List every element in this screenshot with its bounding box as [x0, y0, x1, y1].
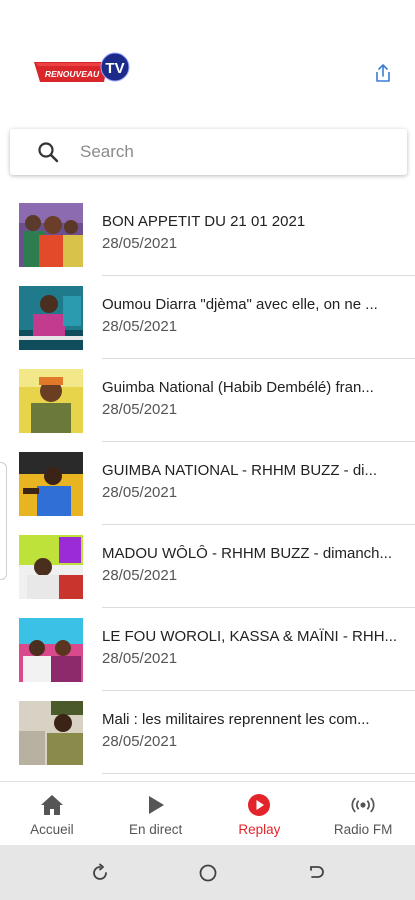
item-title: Guimba National (Habib Dembélé) fran...	[102, 379, 374, 396]
list-item[interactable]: GUIMBA NATIONAL - RHHM BUZZ - di... 28/0…	[0, 442, 415, 525]
item-meta: GUIMBA NATIONAL - RHHM BUZZ - di... 28/0…	[102, 462, 398, 502]
item-date: 28/05/2021	[102, 733, 178, 750]
video-thumbnail	[19, 535, 83, 599]
share-icon	[374, 63, 392, 88]
recent-apps-icon[interactable]	[90, 863, 110, 883]
list-item[interactable]: Mali : les militaires reprennent les com…	[0, 691, 415, 774]
item-date: 28/05/2021	[102, 484, 178, 501]
item-meta: Mali : les militaires reprennent les com…	[102, 711, 398, 751]
app-logo: RENOUVEAU TV	[34, 52, 130, 86]
item-title: Oumou Diarra "djèma" avec elle, on ne ..…	[102, 296, 378, 313]
item-meta: Oumou Diarra "djèma" avec elle, on ne ..…	[102, 296, 398, 336]
item-title: GUIMBA NATIONAL - RHHM BUZZ - di...	[102, 462, 378, 479]
system-nav-bar	[0, 845, 415, 900]
item-date: 28/05/2021	[102, 318, 178, 335]
bottom-tab-bar: Accueil En direct Replay Radio FM	[0, 781, 415, 845]
home-icon	[40, 793, 64, 817]
back-icon[interactable]	[306, 863, 326, 883]
play-icon	[144, 793, 168, 817]
video-thumbnail	[19, 452, 83, 516]
item-title: MADOU WÔLÔ - RHHM BUZZ - dimanch...	[102, 545, 393, 562]
item-meta: MADOU WÔLÔ - RHHM BUZZ - dimanch... 28/0…	[102, 545, 398, 585]
item-meta: Guimba National (Habib Dembélé) fran... …	[102, 379, 398, 419]
share-button[interactable]	[370, 62, 396, 88]
home-nav-icon[interactable]	[198, 863, 218, 883]
svg-text:RENOUVEAU: RENOUVEAU	[45, 69, 100, 79]
video-thumbnail	[19, 618, 83, 682]
list-item[interactable]: MADOU WÔLÔ - RHHM BUZZ - dimanch... 28/0…	[0, 525, 415, 608]
tab-label: En direct	[128, 822, 183, 837]
item-meta: BON APPETIT DU 21 01 2021 28/05/2021	[102, 213, 398, 253]
replay-list: BON APPETIT DU 21 01 2021 28/05/2021 Oum…	[0, 193, 415, 781]
edge-panel-handle[interactable]	[0, 462, 7, 580]
item-date: 28/05/2021	[102, 567, 178, 584]
tab-label: Accueil	[30, 822, 74, 837]
tab-accueil[interactable]: Accueil	[0, 782, 104, 845]
item-meta: LE FOU WOROLI, KASSA & MAÏNI - RHH... 28…	[102, 628, 398, 668]
list-item[interactable]: BON APPETIT DU 21 01 2021 28/05/2021	[0, 193, 415, 276]
list-item[interactable]: Oumou Diarra "djèma" avec elle, on ne ..…	[0, 276, 415, 359]
item-title: BON APPETIT DU 21 01 2021	[102, 213, 306, 230]
tab-label: Radio FM	[333, 822, 393, 837]
tab-en-direct[interactable]: En direct	[104, 782, 208, 845]
item-title: Mali : les militaires reprennent les com…	[102, 711, 370, 728]
item-date: 28/05/2021	[102, 650, 178, 667]
video-thumbnail	[19, 203, 83, 267]
search-bar[interactable]	[10, 129, 407, 175]
radio-icon	[351, 793, 375, 817]
search-icon	[36, 140, 60, 164]
video-thumbnail	[19, 701, 83, 765]
search-input[interactable]	[80, 137, 380, 167]
tab-radio-fm[interactable]: Radio FM	[311, 782, 415, 845]
item-title: LE FOU WOROLI, KASSA & MAÏNI - RHH...	[102, 628, 398, 645]
replay-icon	[247, 793, 271, 817]
app-header: RENOUVEAU TV	[0, 0, 415, 120]
item-date: 28/05/2021	[102, 235, 178, 252]
item-date: 28/05/2021	[102, 401, 178, 418]
list-item[interactable]: Guimba National (Habib Dembélé) fran... …	[0, 359, 415, 442]
svg-text:TV: TV	[105, 60, 124, 77]
video-thumbnail	[19, 286, 83, 350]
video-thumbnail	[19, 369, 83, 433]
tab-label: Replay	[238, 822, 281, 837]
divider	[102, 773, 415, 774]
tab-replay[interactable]: Replay	[208, 782, 312, 845]
list-item[interactable]: LE FOU WOROLI, KASSA & MAÏNI - RHH... 28…	[0, 608, 415, 691]
